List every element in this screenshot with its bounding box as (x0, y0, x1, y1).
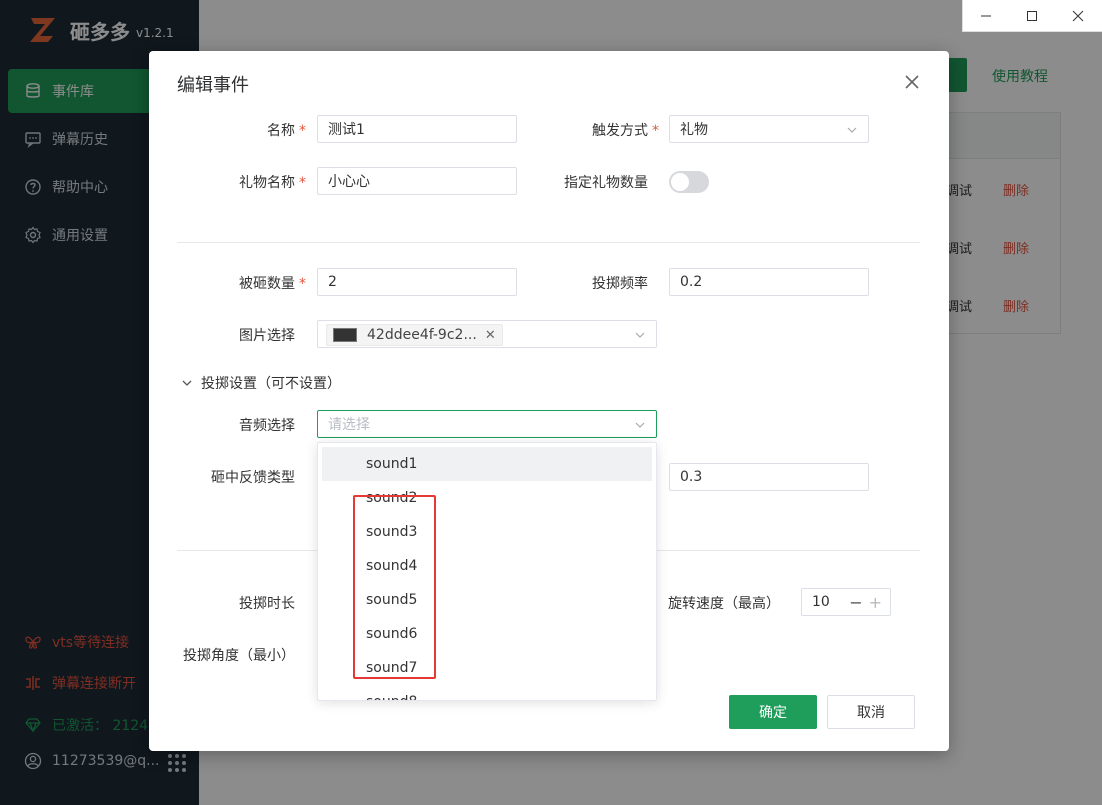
feedback-input[interactable]: 0.3 (669, 463, 869, 491)
gift-name-label: 礼物名称 * (239, 175, 306, 191)
gift-name-input[interactable]: 小心心 (317, 167, 517, 195)
tag-close-icon[interactable]: ✕ (485, 328, 496, 343)
throw-duration-label: 投掷时长 (239, 596, 295, 612)
window-close-button[interactable] (1055, 0, 1101, 32)
gift-count-switch[interactable] (669, 171, 709, 193)
image-select[interactable]: 42ddee4f-9c2... ✕ (317, 320, 657, 348)
rotation-label: 旋转速度（最高） (668, 596, 780, 612)
audio-option[interactable]: sound8 (318, 685, 656, 700)
chevron-down-icon (635, 332, 645, 338)
name-input[interactable]: 测试1 (317, 115, 517, 143)
throw-freq-input[interactable]: 0.2 (669, 268, 869, 296)
name-label: 名称 * (267, 123, 306, 139)
dialog-title: 编辑事件 (177, 75, 249, 96)
image-thumbnail (333, 328, 357, 342)
maximize-button[interactable] (1009, 0, 1055, 32)
chevron-down-icon (635, 422, 645, 428)
minimize-icon (981, 15, 991, 17)
gift-count-label: 指定礼物数量 (564, 175, 648, 191)
chevron-down-icon (181, 377, 193, 389)
switch-knob (671, 173, 689, 191)
divider (177, 242, 920, 243)
audio-label: 音频选择 (239, 418, 295, 434)
rotation-value: 10 (812, 594, 830, 610)
image-tag-label: 42ddee4f-9c2... (367, 327, 477, 343)
audio-option[interactable]: sound1 (322, 447, 652, 481)
throw-settings-toggle[interactable]: 投掷设置（可不设置） (181, 373, 341, 393)
section-label: 投掷设置（可不设置） (201, 376, 341, 392)
image-tag: 42ddee4f-9c2... ✕ (326, 324, 503, 346)
minus-icon[interactable]: − (849, 593, 862, 612)
image-label: 图片选择 (239, 328, 295, 344)
minimize-button[interactable] (963, 0, 1009, 32)
cancel-button[interactable]: 取消 (827, 695, 915, 729)
trigger-label: 触发方式 * (592, 123, 659, 139)
rotation-stepper[interactable]: 10 − + (801, 588, 891, 616)
plus-icon[interactable]: + (869, 593, 882, 612)
throw-freq-label: 投掷频率 (592, 276, 648, 292)
close-icon (1072, 10, 1084, 22)
audio-select[interactable]: 请选择 (317, 410, 657, 438)
hit-count-input[interactable]: 2 (317, 268, 517, 296)
annotation-highlight-box (353, 495, 436, 679)
throw-angle-label: 投掷角度（最小） (183, 648, 295, 664)
maximize-icon (1027, 11, 1037, 21)
feedback-label: 砸中反馈类型 (211, 470, 295, 486)
hit-count-label: 被砸数量 * (239, 276, 306, 292)
trigger-select[interactable]: 礼物 (669, 115, 869, 143)
window-controls (962, 0, 1102, 32)
close-icon[interactable] (901, 71, 923, 93)
confirm-button[interactable]: 确定 (729, 695, 817, 729)
chevron-down-icon (847, 127, 857, 133)
